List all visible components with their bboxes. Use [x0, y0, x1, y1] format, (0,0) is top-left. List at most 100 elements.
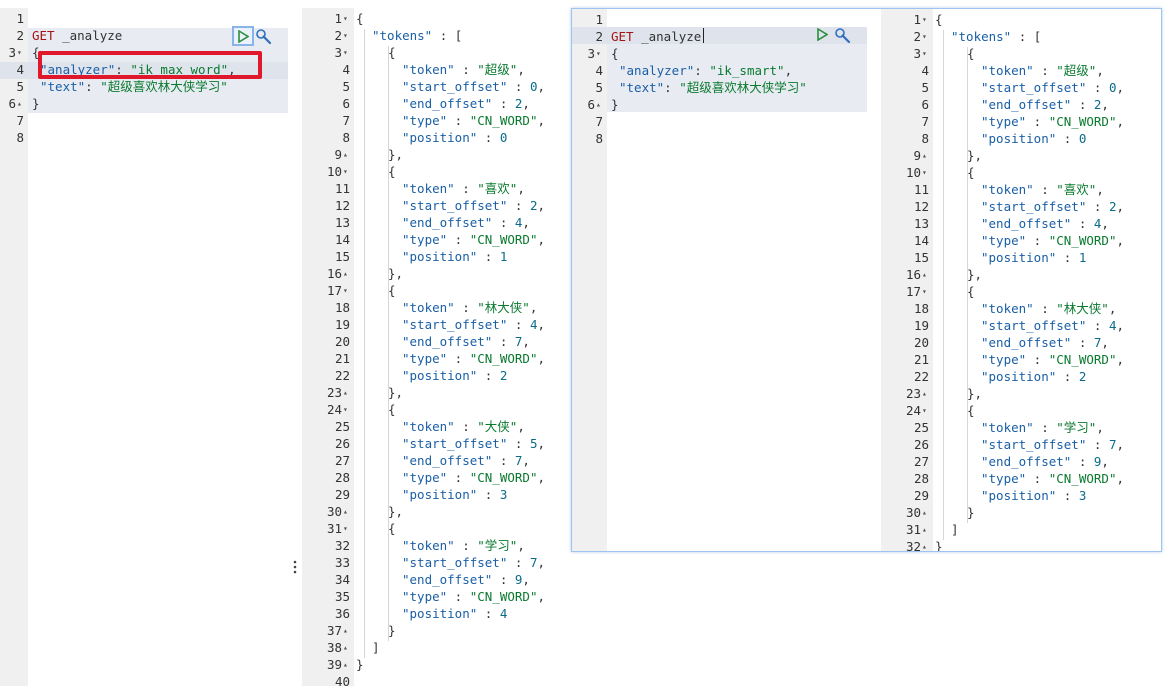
right-response-viewer[interactable]: 1 ▾{2 ▾ "tokens" : [3 ▾{4 "token" : "超级", 5 "st… [881, 9, 1161, 552]
fold-close-icon[interactable]: ▴ [922, 385, 927, 402]
code-token: , [1116, 318, 1124, 333]
fold-open-icon[interactable]: ▾ [596, 45, 601, 62]
fold-open-icon[interactable]: ▾ [343, 44, 348, 61]
code-token: : [507, 198, 530, 213]
code-token: "token" [402, 300, 455, 315]
fold-close-icon[interactable]: ▴ [343, 265, 348, 282]
code-token: : [447, 232, 470, 247]
fold-open-icon[interactable]: ▾ [343, 10, 348, 27]
fold-open-icon[interactable]: ▾ [343, 282, 348, 299]
right-settings-wrench-button[interactable] [834, 27, 852, 45]
code-token: : [492, 96, 515, 111]
code-token: : [477, 130, 500, 145]
fold-open-icon[interactable]: ▾ [343, 163, 348, 180]
line-number: 14 [913, 233, 929, 248]
type-value: "CN_WORD" [469, 232, 538, 247]
play-icon [238, 29, 249, 43]
type-value: "CN_WORD" [469, 113, 538, 128]
code-token: : [1086, 318, 1109, 333]
code-token: }, [388, 266, 404, 281]
code-token: , [1108, 301, 1117, 316]
code-token: "type" [402, 351, 448, 366]
fold-open-icon[interactable]: ▾ [343, 401, 348, 418]
fold-open-icon[interactable]: ▾ [922, 45, 927, 62]
fold-close-icon[interactable]: ▴ [922, 147, 927, 164]
code-token: { [967, 46, 975, 61]
code-token: { [356, 11, 364, 26]
code-token: : [1056, 131, 1079, 146]
send-request-button[interactable] [232, 26, 254, 46]
fold-close-icon[interactable]: ▴ [343, 503, 348, 520]
code-token: : [454, 538, 478, 553]
line-number: 28 [913, 471, 929, 486]
json-key: "analyzer" [619, 63, 695, 78]
code-token: : [454, 62, 478, 77]
code-token: : [492, 453, 515, 468]
right-request-editor[interactable]: 1 2 GET _analyze 3 ▾ {4 "analyzer": "ik_smart"… [572, 9, 872, 551]
code-token: "start_offset" [402, 555, 508, 570]
fold-close-icon[interactable]: ▴ [343, 622, 348, 639]
fold-open-icon[interactable]: ▾ [343, 27, 348, 44]
code-line: { [935, 11, 943, 28]
play-icon [817, 27, 829, 42]
fold-close-icon[interactable]: ▴ [17, 95, 22, 112]
code-token: "type" [402, 232, 448, 247]
line-number: 2 [334, 28, 342, 43]
code-line: "end_offset" : 9, [981, 453, 1109, 470]
pane-resize-handle[interactable] [292, 560, 298, 574]
code-token: , [1116, 233, 1124, 248]
left-request-editor[interactable]: 1 2 GET _analyze 3 ▾{4 "analyzer": "ik_max_wo… [0, 8, 290, 686]
code-token: , [522, 96, 530, 111]
fold-open-icon[interactable]: ▾ [343, 520, 348, 537]
fold-close-icon[interactable]: ▴ [922, 521, 927, 538]
fold-close-icon[interactable]: ▴ [922, 504, 927, 521]
fold-open-icon[interactable]: ▾ [17, 44, 22, 61]
code-line: "token" : "超级", [402, 61, 525, 78]
fold-close-icon[interactable]: ▴ [922, 538, 927, 551]
code-token: : [1033, 301, 1057, 316]
code-token: }, [388, 385, 404, 400]
code-token: : [447, 113, 470, 128]
fold-close-icon[interactable]: ▴ [343, 639, 348, 656]
code-token: "end_offset" [402, 453, 493, 468]
wrench-icon [835, 28, 851, 44]
token-value: "喜欢" [1056, 182, 1097, 197]
json-key: "text" [619, 80, 665, 95]
fold-open-icon[interactable]: ▾ [922, 11, 927, 28]
line-number: 4 [595, 63, 603, 78]
line-number: 35 [334, 589, 350, 604]
code-line: } [611, 96, 619, 113]
fold-close-icon[interactable]: ▴ [343, 384, 348, 401]
right-send-request-button[interactable] [816, 27, 830, 44]
fold-open-icon[interactable]: ▾ [922, 402, 927, 419]
code-line: { [388, 401, 396, 418]
code-line: "type" : "CN_WORD", [402, 112, 545, 129]
fold-open-icon[interactable]: ▾ [922, 164, 927, 181]
code-token: , [517, 419, 525, 434]
line-number: 5 [342, 79, 350, 94]
fold-open-icon[interactable]: ▾ [922, 28, 927, 45]
code-token: "end_offset" [981, 216, 1072, 231]
code-line: "position" : 4 [402, 605, 507, 622]
http-method: GET [32, 28, 55, 43]
line-number: 1 [334, 11, 342, 26]
position-value: 3 [1078, 488, 1087, 503]
line-number: 7 [595, 114, 603, 129]
line-number: 40 [334, 674, 350, 686]
fold-close-icon[interactable]: ▴ [343, 146, 348, 163]
code-token: }, [388, 504, 404, 519]
fold-close-icon[interactable]: ▴ [596, 96, 601, 113]
settings-wrench-button[interactable] [255, 28, 273, 46]
code-token: , [1101, 335, 1109, 350]
fold-open-icon[interactable]: ▾ [922, 283, 927, 300]
code-line: { [967, 283, 975, 300]
code-token: } [935, 539, 943, 552]
fold-close-icon[interactable]: ▴ [922, 266, 927, 283]
left-response-viewer[interactable]: 1 ▾{2 ▾ "tokens" : [3 ▾{4 "token" : "超级", 5 "st… [302, 8, 572, 686]
position-value: 0 [1078, 131, 1087, 146]
code-token: , [522, 334, 530, 349]
code-token: : [ [1011, 29, 1042, 44]
fold-close-icon[interactable]: ▴ [343, 656, 348, 673]
code-line: "token" : "学习", [981, 419, 1104, 436]
code-token: : [492, 572, 515, 587]
